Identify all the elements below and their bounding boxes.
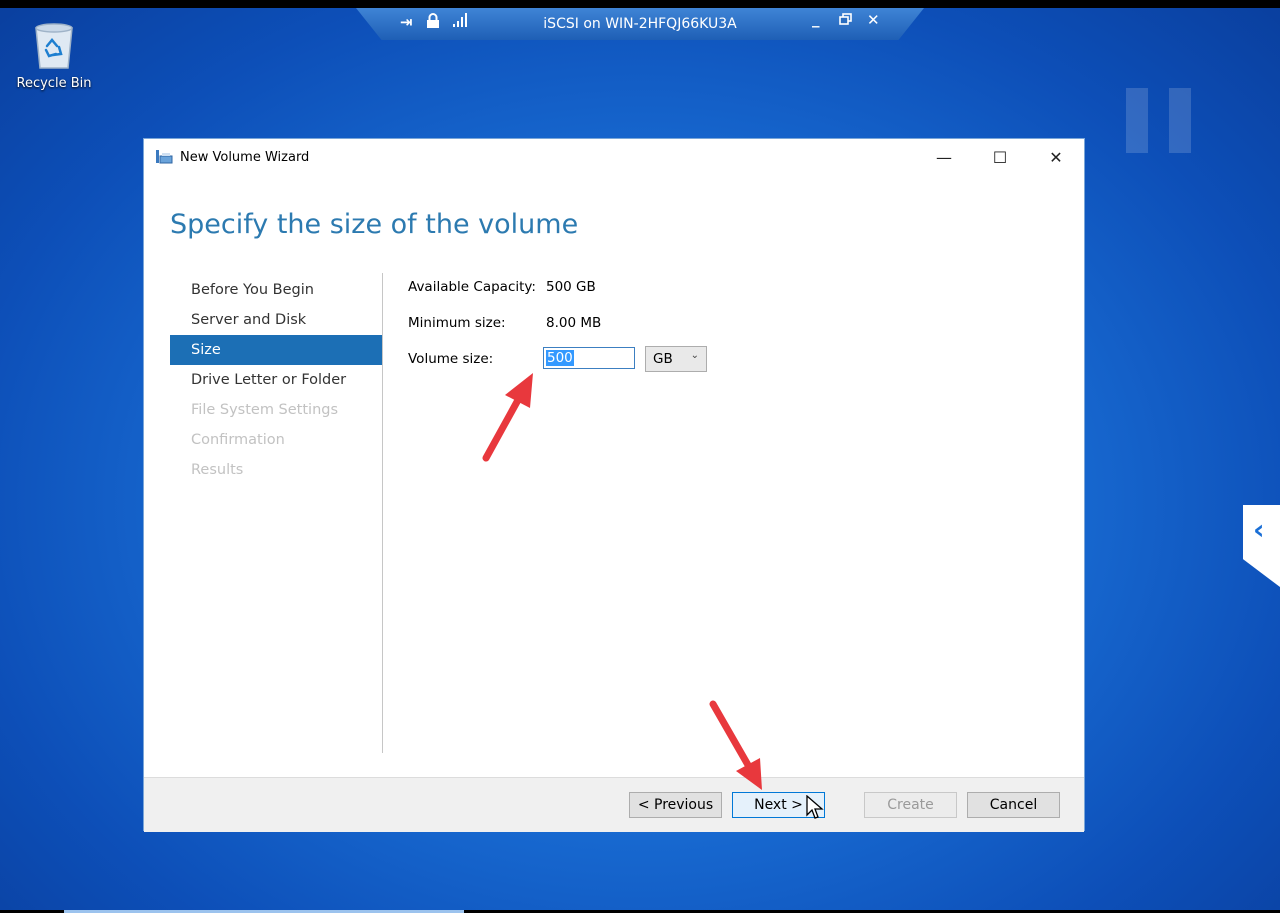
arrow-to-volume-size [482, 373, 533, 462]
arrow-to-next-button [709, 700, 762, 790]
mouse-cursor-icon [806, 795, 824, 819]
annotation-arrows [482, 373, 762, 790]
